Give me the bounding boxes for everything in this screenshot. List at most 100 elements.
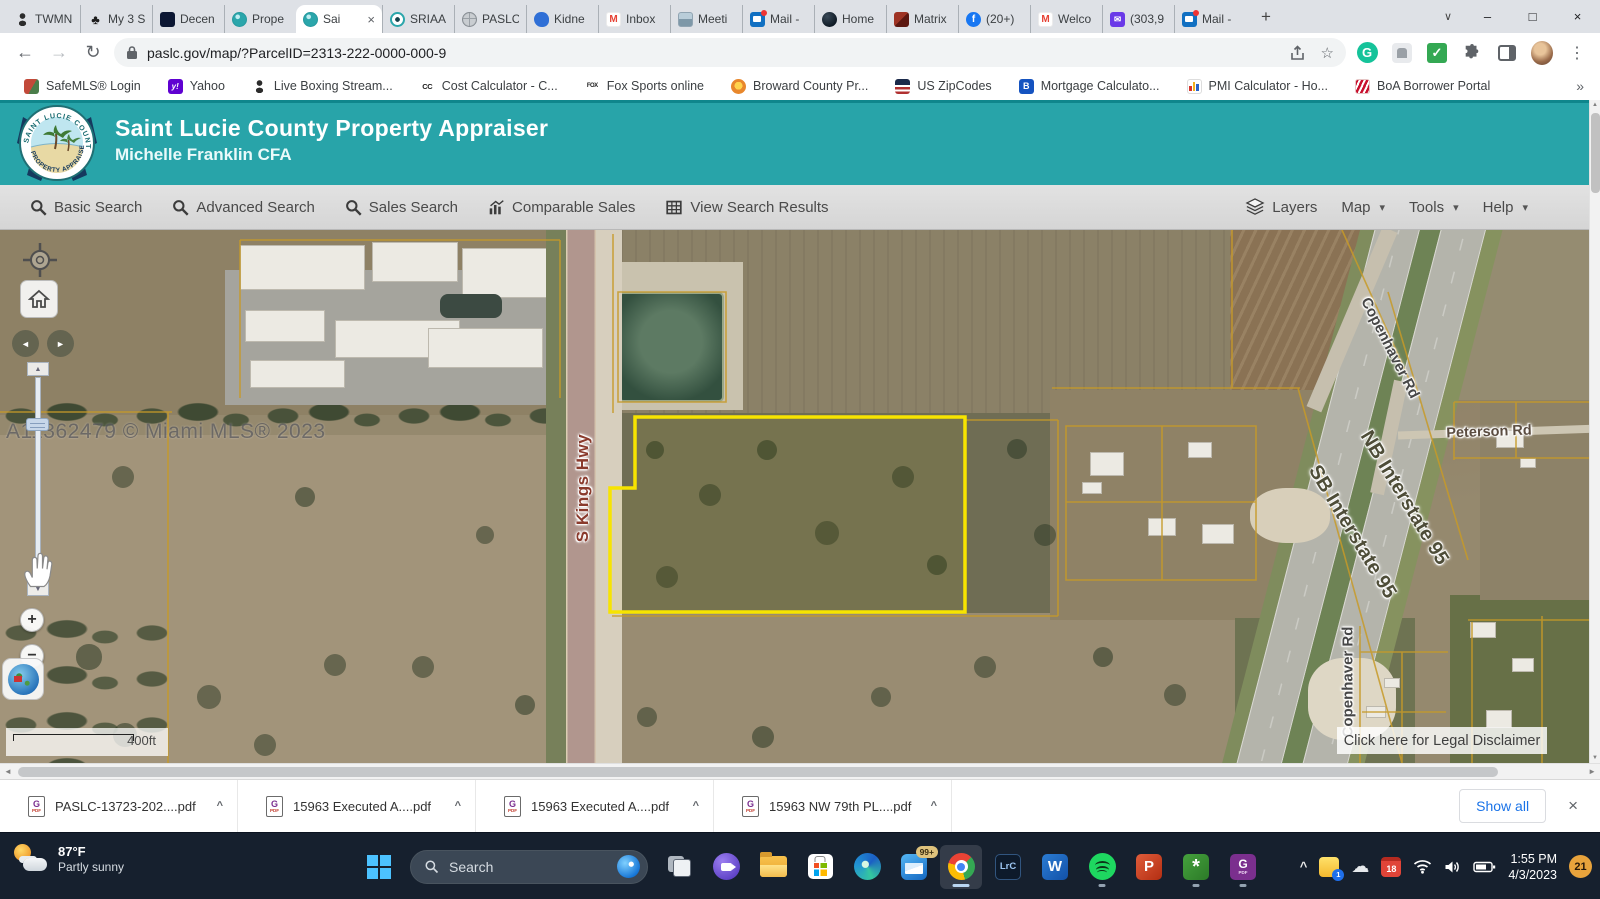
taskbar-task-view[interactable]: [658, 845, 700, 889]
back-icon[interactable]: ←: [8, 42, 42, 63]
download-expand-icon[interactable]: ^: [217, 800, 223, 812]
scroll-up-icon[interactable]: ▲: [1590, 102, 1600, 108]
scroll-left-icon[interactable]: ◄: [4, 767, 12, 776]
volume-icon[interactable]: [1444, 860, 1461, 874]
horizontal-scrollbar[interactable]: ◄ ►: [0, 763, 1600, 779]
bookmark-pmi-calculator-ho[interactable]: PMI Calculator - Ho...: [1187, 79, 1328, 94]
map-viewport[interactable]: S Kings Hwy Copenhaver Rd NB Interstate …: [0, 230, 1600, 763]
browser-tab-sai[interactable]: Sai×: [296, 5, 382, 33]
tab-close-icon[interactable]: ×: [367, 12, 375, 27]
basemap-globe-button[interactable]: [2, 658, 44, 700]
download-item[interactable]: GPDF15963 Executed A....pdf^: [238, 780, 476, 832]
nav-map[interactable]: Map▾: [1341, 199, 1385, 216]
bing-highlight-icon[interactable]: [617, 855, 640, 878]
slider-up-icon[interactable]: ▲: [27, 362, 49, 376]
taskbar-edge[interactable]: [846, 845, 888, 889]
browser-tab-sriaa[interactable]: SRIAA: [382, 5, 454, 33]
browser-tab-home[interactable]: Home: [814, 5, 886, 33]
next-extent-button[interactable]: ►: [47, 330, 74, 357]
bookmark-live-boxing-stream[interactable]: Live Boxing Stream...: [252, 79, 393, 94]
taskbar-meet-now[interactable]: [705, 845, 747, 889]
bookmark-fox-sports-online[interactable]: FOXFox Sports online: [585, 79, 704, 94]
taskbar-chrome[interactable]: [940, 845, 982, 889]
nav-layers[interactable]: Layers: [1245, 198, 1317, 216]
minimize-button[interactable]: –: [1465, 0, 1510, 33]
browser-tab-prope[interactable]: Prope: [224, 5, 296, 33]
maximize-button[interactable]: □: [1510, 0, 1555, 33]
bookmark-safemls-login[interactable]: SafeMLS® Login: [24, 79, 141, 94]
battery-icon[interactable]: [1473, 860, 1496, 874]
nav-tools[interactable]: Tools▾: [1409, 199, 1459, 216]
puzzle-extensions-icon[interactable]: [1461, 42, 1483, 64]
bookmark-cost-calculator-c[interactable]: CCCost Calculator - C...: [420, 79, 558, 94]
zoom-in-button[interactable]: +: [20, 608, 44, 632]
downloads-close-icon[interactable]: ×: [1568, 796, 1578, 816]
download-item[interactable]: GPDFPASLC-13723-202....pdf^: [0, 780, 238, 832]
compass-control[interactable]: [22, 242, 58, 278]
antivirus-tray-icon[interactable]: 1: [1319, 857, 1339, 877]
clock[interactable]: 1:55 PM 4/3/2023: [1508, 851, 1557, 883]
bookmark-us-zipcodes[interactable]: US ZipCodes: [895, 79, 991, 94]
scroll-right-icon[interactable]: ►: [1588, 767, 1596, 776]
tray-overflow-icon[interactable]: ^: [1300, 859, 1308, 874]
scroll-down-icon[interactable]: ▼: [1590, 755, 1600, 761]
side-panel-icon[interactable]: [1498, 45, 1516, 61]
profile-avatar[interactable]: [1531, 41, 1553, 65]
nav-advanced-search[interactable]: Advanced Search: [172, 199, 314, 216]
bookmark-mortgage-calculato[interactable]: BMortgage Calculato...: [1019, 79, 1160, 94]
browser-tab-welco[interactable]: MWelco: [1030, 5, 1102, 33]
download-item[interactable]: GPDF15963 Executed A....pdf^: [476, 780, 714, 832]
download-expand-icon[interactable]: ^: [455, 800, 461, 812]
new-tab-button[interactable]: +: [1252, 3, 1280, 31]
taskbar-search[interactable]: Search: [410, 850, 648, 884]
nav-view-search-results[interactable]: View Search Results: [665, 199, 828, 216]
taskbar-green-app[interactable]: *: [1175, 845, 1217, 889]
nav-help[interactable]: Help▾: [1483, 199, 1528, 216]
bookmark-yahoo[interactable]: y!Yahoo: [168, 79, 225, 94]
taskbar-lightroom[interactable]: LrC: [987, 845, 1029, 889]
taskbar-g-pdf-app[interactable]: GPDF: [1222, 845, 1264, 889]
bookmark-boa-borrower-portal[interactable]: BoA Borrower Portal: [1355, 79, 1490, 94]
onedrive-icon[interactable]: ☁: [1351, 856, 1369, 877]
grammarly-icon[interactable]: G: [1357, 42, 1378, 63]
start-button[interactable]: [358, 845, 400, 889]
browser-tab-303-9[interactable]: ✉(303,9: [1102, 5, 1174, 33]
nav-comparable-sales[interactable]: Comparable Sales: [488, 199, 635, 216]
home-extent-button[interactable]: [20, 280, 58, 318]
browser-tab-mail[interactable]: Mail -: [742, 5, 814, 33]
download-expand-icon[interactable]: ^: [931, 800, 937, 812]
taskbar-spotify[interactable]: [1081, 845, 1123, 889]
legal-disclaimer-link[interactable]: Click here for Legal Disclaimer: [1337, 727, 1547, 754]
bookmark-star-icon[interactable]: ☆: [1321, 44, 1334, 62]
chrome-menu-icon[interactable]: ⋮: [1566, 42, 1588, 64]
taskbar-microsoft-store[interactable]: [799, 845, 841, 889]
notification-count-badge[interactable]: 21: [1569, 855, 1592, 878]
weather-widget[interactable]: 87°F Partly sunny: [12, 843, 124, 875]
download-expand-icon[interactable]: ^: [693, 800, 699, 812]
browser-tab-decen[interactable]: Decen: [152, 5, 224, 33]
share-icon[interactable]: [1290, 45, 1307, 61]
download-item[interactable]: GPDF15963 NW 79th PL....pdf^: [714, 780, 952, 832]
close-button[interactable]: ×: [1555, 0, 1600, 33]
tab-search-icon[interactable]: ∨: [1431, 0, 1465, 33]
browser-tab-kidne[interactable]: Kidne: [526, 5, 598, 33]
wifi-icon[interactable]: [1413, 859, 1432, 874]
bookmark-broward-county-pr[interactable]: Broward County Pr...: [731, 79, 868, 94]
browser-tab-inbox[interactable]: MInbox: [598, 5, 670, 33]
url-field[interactable]: paslc.gov/map/?ParcelID=2313-222-0000-00…: [114, 38, 1346, 67]
check-extension-icon[interactable]: ✓: [1427, 43, 1447, 63]
horizontal-scroll-thumb[interactable]: [18, 767, 1498, 777]
vertical-scroll-thumb[interactable]: [1591, 113, 1600, 193]
nav-sales-search[interactable]: Sales Search: [345, 199, 458, 216]
browser-tab-meeti[interactable]: Meeti: [670, 5, 742, 33]
zoom-slider-handle[interactable]: [26, 418, 49, 431]
extension-icon[interactable]: [1392, 43, 1412, 63]
reload-icon[interactable]: ↻: [76, 42, 110, 63]
browser-tab-matrix[interactable]: Matrix: [886, 5, 958, 33]
nav-basic-search[interactable]: Basic Search: [30, 199, 142, 216]
previous-extent-button[interactable]: ◄: [12, 330, 39, 357]
taskbar-file-explorer[interactable]: [752, 845, 794, 889]
taskbar-mail[interactable]: 99+: [893, 845, 935, 889]
browser-tab-paslc[interactable]: PASLC: [454, 5, 526, 33]
browser-tab-20[interactable]: f(20+): [958, 5, 1030, 33]
